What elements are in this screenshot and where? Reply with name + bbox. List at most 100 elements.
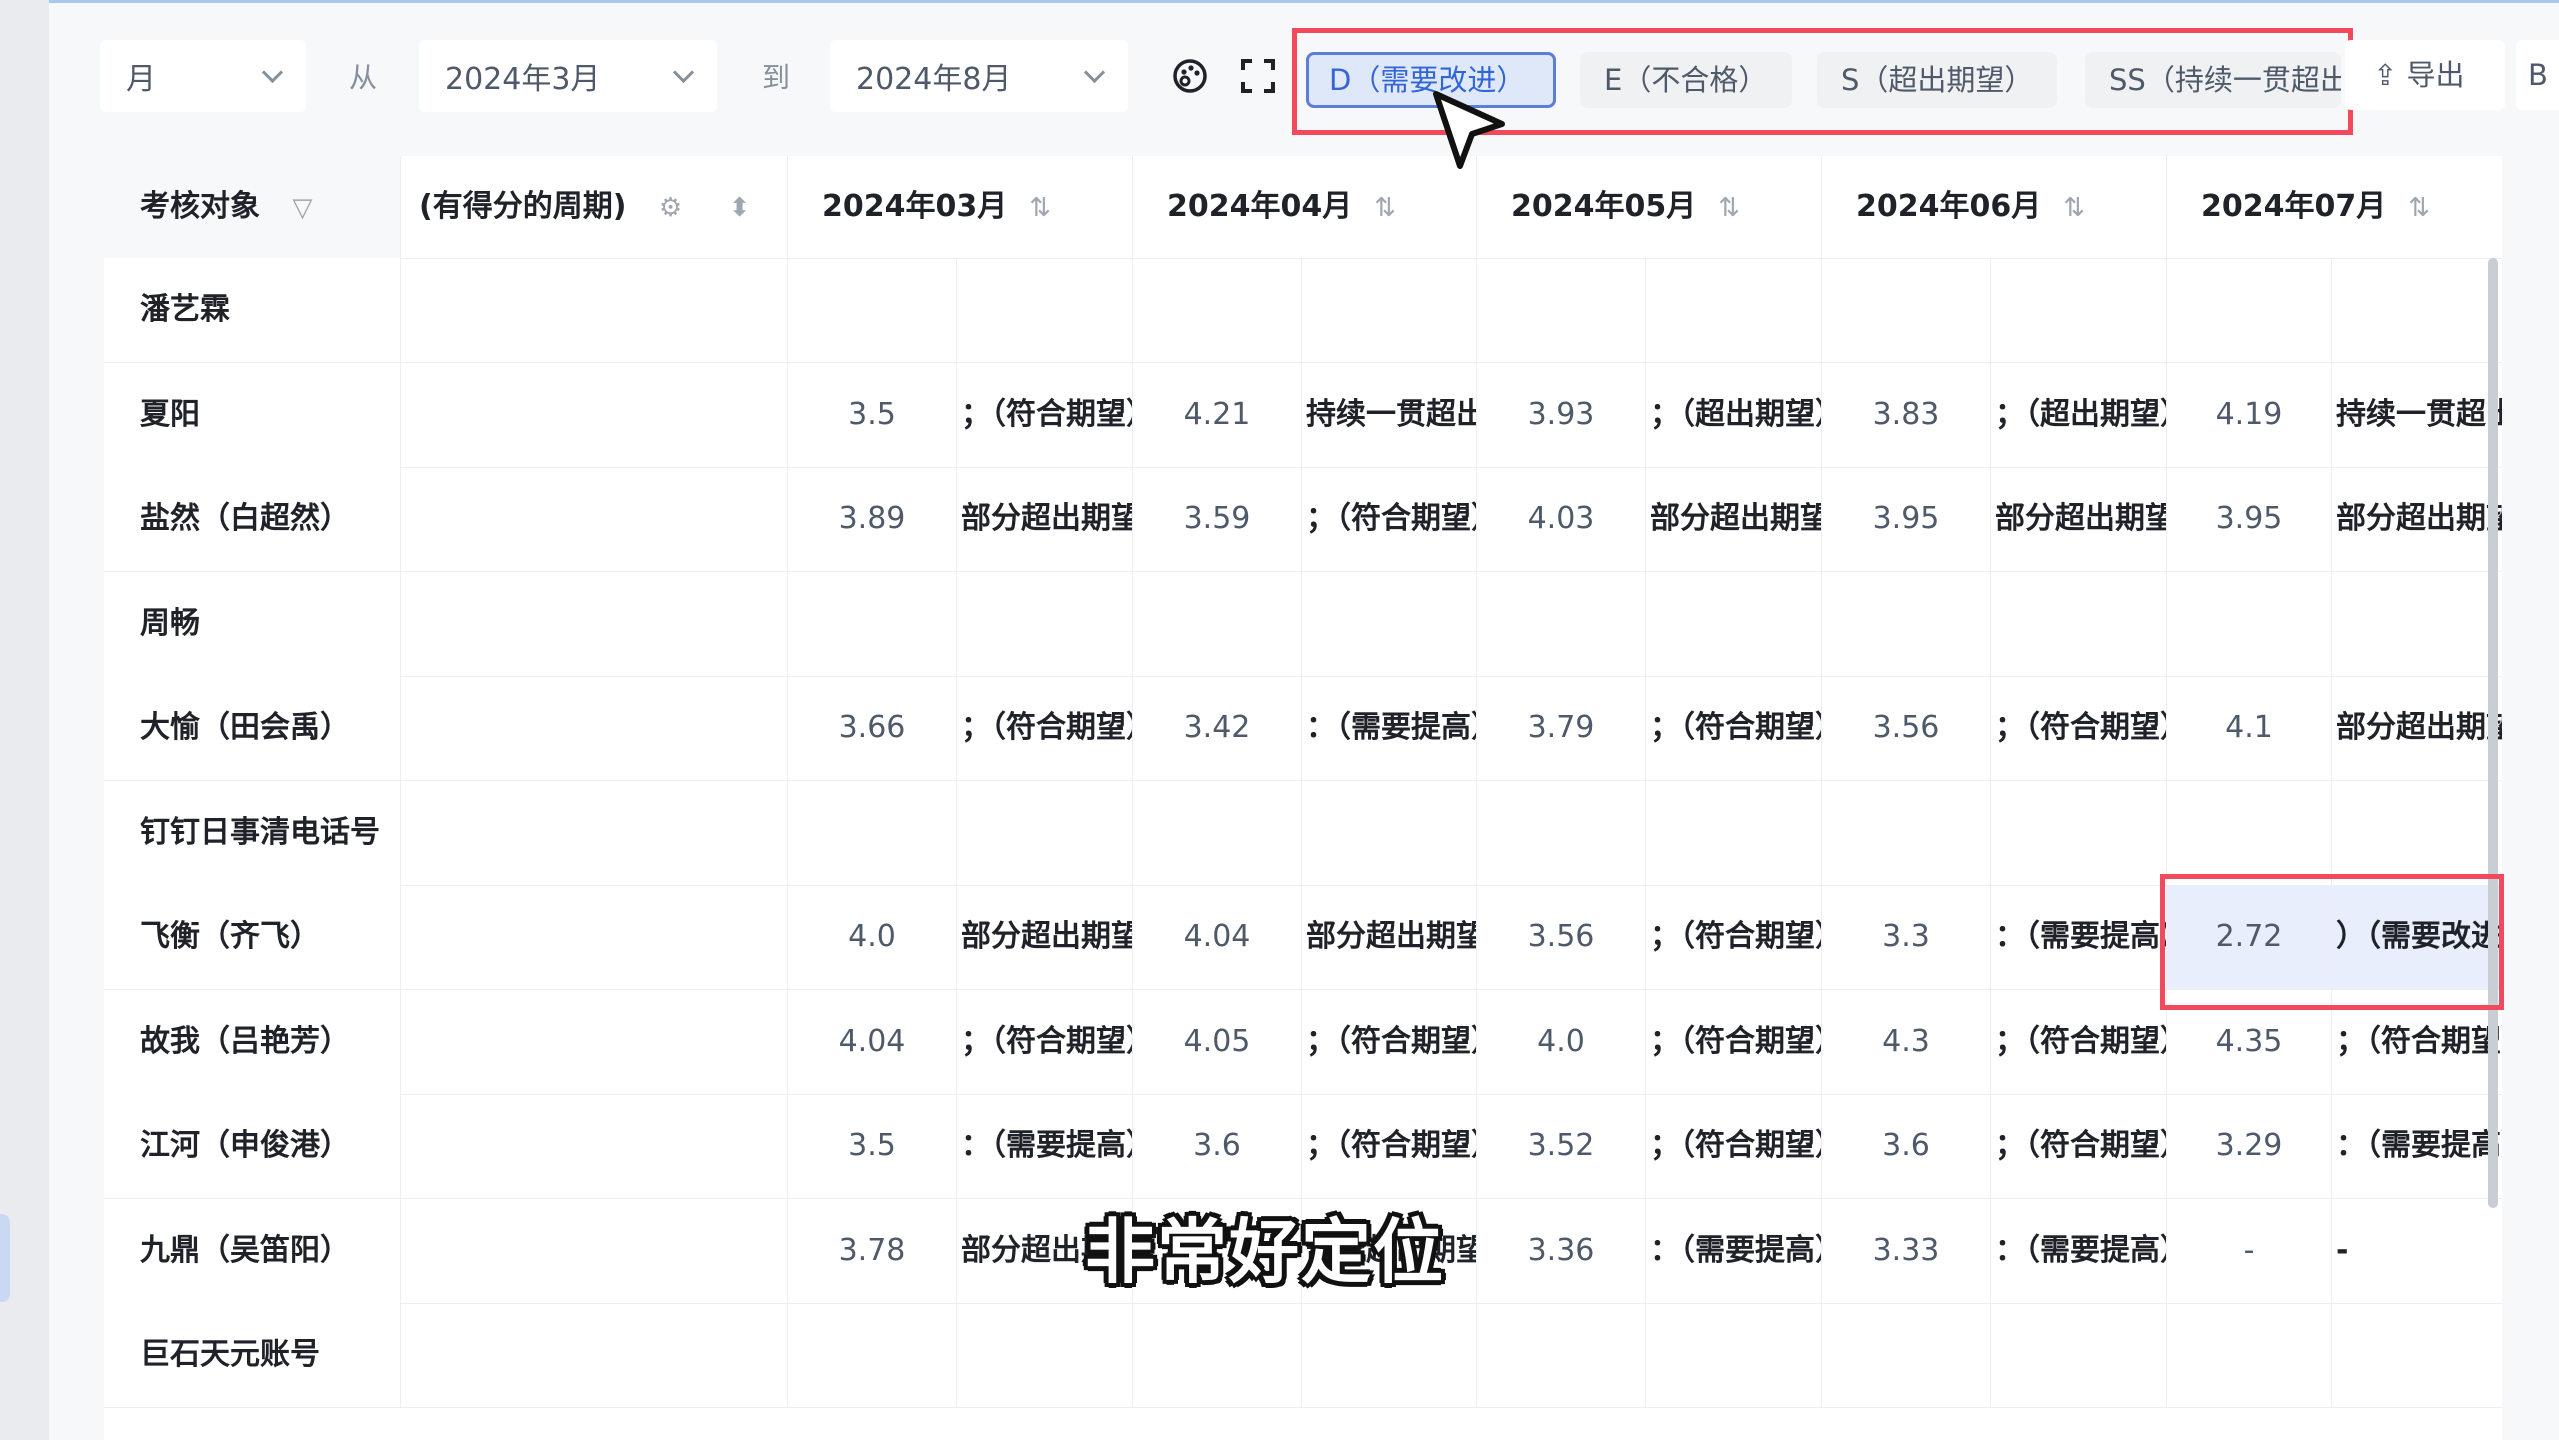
score-cell[interactable]: 4.0 — [1476, 989, 1645, 1094]
score-cell[interactable]: 3.56 — [1821, 676, 1990, 780]
score-cell[interactable]: 3.79 — [1476, 676, 1645, 780]
level-cell[interactable]: 持续一贯超出期望 — [1301, 362, 1476, 467]
level-cell[interactable]: 部分超出期望 — [956, 885, 1132, 989]
level-cell[interactable] — [1990, 571, 2166, 676]
level-cell[interactable]: ；（符合期望） — [1645, 885, 1821, 989]
level-cell[interactable]: 部分超出期望 — [1301, 885, 1476, 989]
score-cell[interactable] — [1476, 780, 1645, 885]
level-cell[interactable] — [1301, 571, 1476, 676]
score-cell[interactable]: 4.3 — [1821, 989, 1990, 1094]
level-cell[interactable] — [1645, 780, 1821, 885]
level-cell[interactable]: 部分超出期望 — [2331, 467, 2502, 571]
level-cell[interactable]: ；（符合期望） — [1645, 1094, 1821, 1198]
score-cell[interactable]: 4.04 — [787, 989, 956, 1094]
table-row[interactable]: 巨石天元账号 — [104, 1303, 2502, 1408]
score-cell[interactable] — [787, 258, 956, 362]
score-cell[interactable] — [1821, 1303, 1990, 1407]
level-cell[interactable] — [1645, 571, 1821, 676]
left-sidebar-tab[interactable] — [0, 1214, 10, 1302]
level-cell[interactable]: ；（符合期望） — [1990, 1094, 2166, 1198]
level-cell[interactable] — [1990, 258, 2166, 362]
table-row[interactable]: 周畅 — [104, 571, 2502, 677]
score-cell[interactable] — [1132, 571, 1301, 676]
score-cell[interactable]: 3.5 — [787, 362, 956, 467]
table-row[interactable]: 夏阳3.5；（符合期望）4.21持续一贯超出期望3.93；（超出期望）3.83；… — [104, 362, 2502, 468]
header-month-1[interactable]: 2024年03月 ⇅ — [787, 156, 1132, 258]
palette-icon[interactable] — [1168, 56, 1212, 100]
extra-button[interactable]: B — [2516, 40, 2559, 110]
sort-icon[interactable]: ⬍ — [729, 157, 751, 258]
score-cell[interactable] — [1132, 780, 1301, 885]
table-row[interactable]: 江河（申俊港）3.5：（需要提高）3.6；（符合期望）3.52；（符合期望）3.… — [104, 1094, 2502, 1199]
score-cell[interactable]: 4.03 — [1476, 467, 1645, 571]
score-cell[interactable]: 3.93 — [1476, 362, 1645, 467]
score-cell[interactable] — [2166, 571, 2331, 676]
score-cell[interactable]: 3.66 — [787, 676, 956, 780]
level-cell[interactable]: 部分超出期望 — [1645, 467, 1821, 571]
level-cell[interactable] — [956, 258, 1132, 362]
score-cell[interactable]: 3.95 — [1821, 467, 1990, 571]
table-row[interactable]: 盐然（白超然）3.89部分超出期望3.59；（符合期望）4.03部分超出期望3.… — [104, 467, 2502, 572]
level-cell[interactable] — [1645, 1303, 1821, 1407]
level-cell[interactable]: - — [2331, 1198, 2502, 1303]
score-cell[interactable]: 3.56 — [1476, 885, 1645, 989]
level-cell[interactable]: 部分超出期望 — [1990, 467, 2166, 571]
score-cell[interactable]: 4.19 — [2166, 362, 2331, 467]
score-cell[interactable] — [1821, 258, 1990, 362]
score-cell[interactable]: 3.95 — [2166, 467, 2331, 571]
level-cell[interactable] — [1301, 258, 1476, 362]
score-cell[interactable] — [1476, 1303, 1645, 1407]
header-object[interactable]: 考核对象 ▽ — [104, 156, 400, 258]
score-cell[interactable]: 3.78 — [787, 1198, 956, 1303]
sort-icon[interactable]: ⇅ — [2408, 157, 2430, 258]
score-cell[interactable] — [1821, 780, 1990, 885]
score-cell[interactable]: 4.21 — [1132, 362, 1301, 467]
level-cell[interactable] — [1990, 1303, 2166, 1407]
level-cell[interactable] — [2331, 780, 2502, 885]
score-cell[interactable] — [1476, 258, 1645, 362]
score-cell[interactable] — [1476, 571, 1645, 676]
level-cell[interactable]: ；（超出期望） — [1990, 362, 2166, 467]
level-cell[interactable]: ；（符合期望） — [956, 362, 1132, 467]
level-cell[interactable]: ：（需要提高） — [1301, 676, 1476, 780]
sort-icon[interactable]: ⇅ — [1029, 157, 1051, 258]
score-cell[interactable] — [2166, 1303, 2331, 1407]
score-cell[interactable] — [1821, 571, 1990, 676]
settings-icon[interactable]: ⚙ — [659, 157, 682, 258]
level-cell[interactable] — [956, 1303, 1132, 1407]
level-cell[interactable]: ；（超出期望） — [1645, 362, 1821, 467]
level-cell[interactable]: ：（需要提高） — [1645, 1198, 1821, 1303]
score-cell[interactable]: 3.33 — [1821, 1198, 1990, 1303]
score-cell[interactable]: 3.29 — [2166, 1094, 2331, 1198]
level-cell[interactable]: 部分超出期望 — [2331, 676, 2502, 780]
score-cell[interactable]: 4.05 — [1132, 989, 1301, 1094]
score-cell[interactable]: 4.0 — [787, 885, 956, 989]
export-button[interactable]: ⇪ 导出 — [2345, 40, 2505, 110]
score-cell[interactable]: 3.42 — [1132, 676, 1301, 780]
level-cell[interactable] — [1301, 780, 1476, 885]
filter-icon[interactable]: ▽ — [292, 157, 312, 258]
score-cell[interactable]: - — [2166, 1198, 2331, 1303]
score-cell[interactable]: 4.04 — [1132, 885, 1301, 989]
score-cell[interactable]: 3.6 — [1821, 1094, 1990, 1198]
score-cell[interactable]: 3.3 — [1821, 885, 1990, 989]
fullscreen-icon[interactable] — [1236, 56, 1280, 100]
score-cell[interactable] — [787, 780, 956, 885]
level-cell[interactable] — [1645, 258, 1821, 362]
score-cell[interactable] — [787, 571, 956, 676]
level-cell[interactable]: 持续一贯超出期望 — [2331, 362, 2502, 467]
score-cell[interactable]: 3.6 — [1132, 1094, 1301, 1198]
period-type-select[interactable]: 月 — [100, 40, 306, 112]
score-cell[interactable]: 3.36 — [1476, 1198, 1645, 1303]
level-cell[interactable]: ：（需要提高） — [2331, 1094, 2502, 1198]
level-cell[interactable]: ；（符合期望） — [1301, 989, 1476, 1094]
level-cell[interactable] — [2331, 571, 2502, 676]
level-cell[interactable] — [1301, 1303, 1476, 1407]
sort-icon[interactable]: ⇅ — [2063, 157, 2085, 258]
score-cell[interactable] — [787, 1303, 956, 1407]
level-cell[interactable] — [2331, 258, 2502, 362]
score-cell[interactable]: 3.89 — [787, 467, 956, 571]
header-period[interactable]: (有得分的周期) ⚙ ⬍ — [400, 156, 787, 258]
table-row[interactable]: 潘艺霖 — [104, 258, 2502, 363]
level-cell[interactable]: ；（符合期望） — [1990, 989, 2166, 1094]
